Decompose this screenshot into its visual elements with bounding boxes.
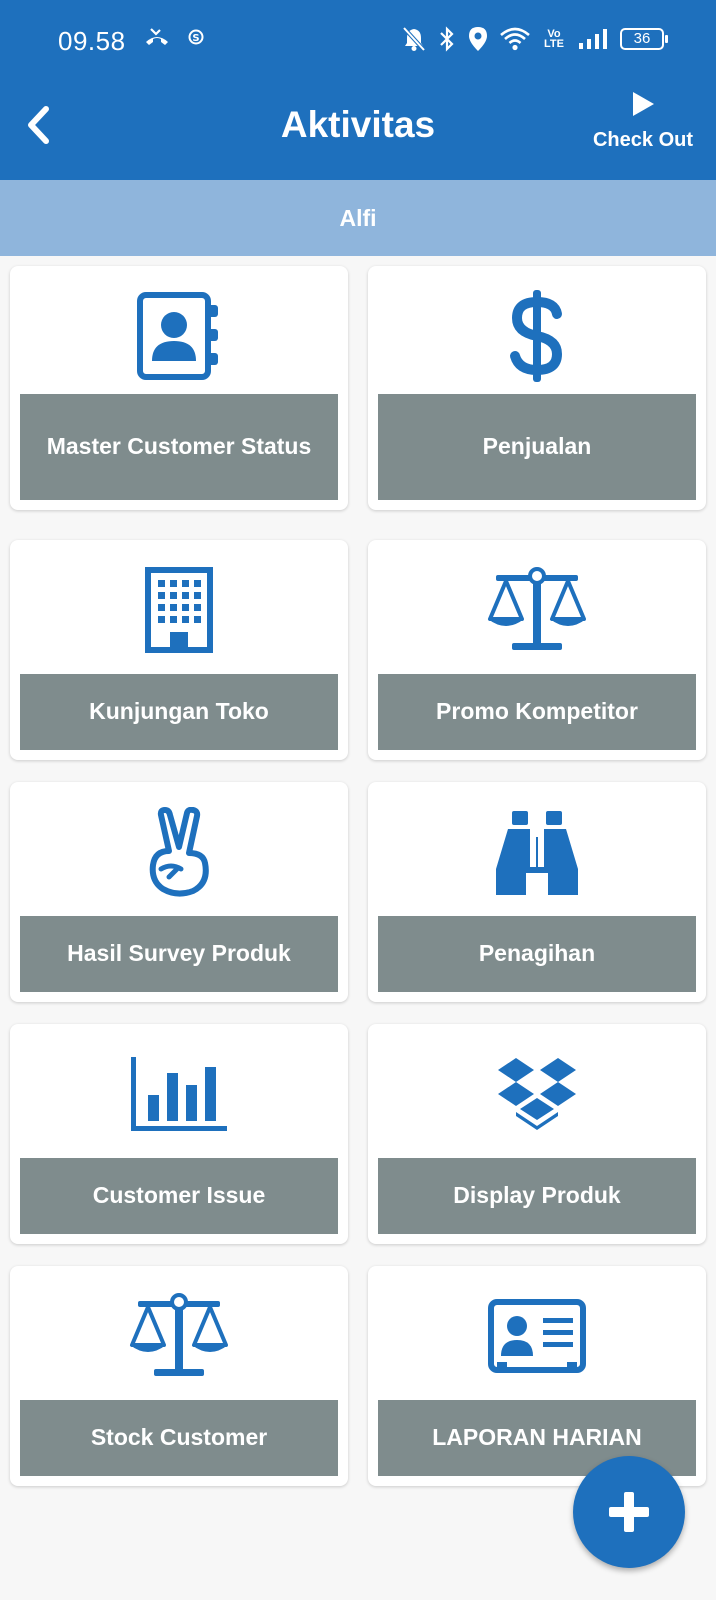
menu-card-label: Hasil Survey Produk: [20, 916, 338, 992]
plus-icon: [609, 1492, 649, 1532]
svg-text:S: S: [192, 33, 199, 44]
menu-card-display-produk[interactable]: Display Produk: [368, 1024, 706, 1244]
menu-card-label: Promo Kompetitor: [378, 674, 696, 750]
menu-card-label: Display Produk: [378, 1158, 696, 1234]
missed-call-icon: [146, 28, 168, 45]
building-icon: [145, 567, 213, 653]
status-left-icons: S: [144, 26, 204, 48]
sync-app-icon: S: [188, 29, 204, 45]
status-time: 09.58: [58, 26, 126, 56]
check-out-button[interactable]: Check Out: [588, 90, 698, 152]
menu-card-label: Penjualan: [378, 394, 696, 500]
menu-card-penjualan[interactable]: Penjualan: [368, 266, 706, 510]
menu-card-master-customer-status[interactable]: Master Customer Status: [10, 266, 348, 510]
location-icon: [469, 27, 487, 51]
check-out-label: Check Out: [592, 129, 694, 151]
binoculars-icon: [496, 811, 578, 895]
bar-chart-icon: [131, 1057, 227, 1131]
balance-scale-icon: [130, 1293, 228, 1376]
menu-card-label: Penagihan: [378, 916, 696, 992]
app-bar: 09.58 S Vo LTE 36 Aktivitas Check Out: [0, 0, 716, 180]
menu-card-laporan-harian[interactable]: LAPORAN HARIAN: [368, 1266, 706, 1486]
battery-indicator: 36: [620, 28, 668, 50]
balance-scale-icon: [488, 567, 586, 650]
menu-card-hasil-survey-produk[interactable]: Hasil Survey Produk: [10, 782, 348, 1002]
menu-card-kunjungan-toko[interactable]: Kunjungan Toko: [10, 540, 348, 760]
bluetooth-icon: [440, 26, 454, 52]
id-card-icon: [488, 1299, 586, 1373]
mute-bell-icon: [402, 26, 426, 52]
play-icon: [633, 92, 654, 116]
dollar-icon: [510, 290, 563, 382]
menu-card-penagihan[interactable]: Penagihan: [368, 782, 706, 1002]
menu-card-label: Master Customer Status: [20, 394, 338, 500]
menu-card-label: Stock Customer: [20, 1400, 338, 1476]
peace-hand-icon: [149, 807, 209, 897]
volte-icon: Vo LTE: [544, 28, 564, 50]
menu-card-promo-kompetitor[interactable]: Promo Kompetitor: [368, 540, 706, 760]
menu-card-stock-customer[interactable]: Stock Customer: [10, 1266, 348, 1486]
user-name-bar: Alfi: [0, 180, 716, 256]
menu-card-label: Customer Issue: [20, 1158, 338, 1234]
signal-icon: [579, 29, 607, 49]
menu-card-customer-issue[interactable]: Customer Issue: [10, 1024, 348, 1244]
dropbox-icon: [498, 1058, 576, 1130]
contact-book-icon: [137, 292, 218, 380]
wifi-icon: [500, 27, 530, 51]
add-fab-button[interactable]: [573, 1456, 685, 1568]
menu-card-label: Kunjungan Toko: [20, 674, 338, 750]
status-right-icons: Vo LTE 36: [402, 26, 668, 52]
